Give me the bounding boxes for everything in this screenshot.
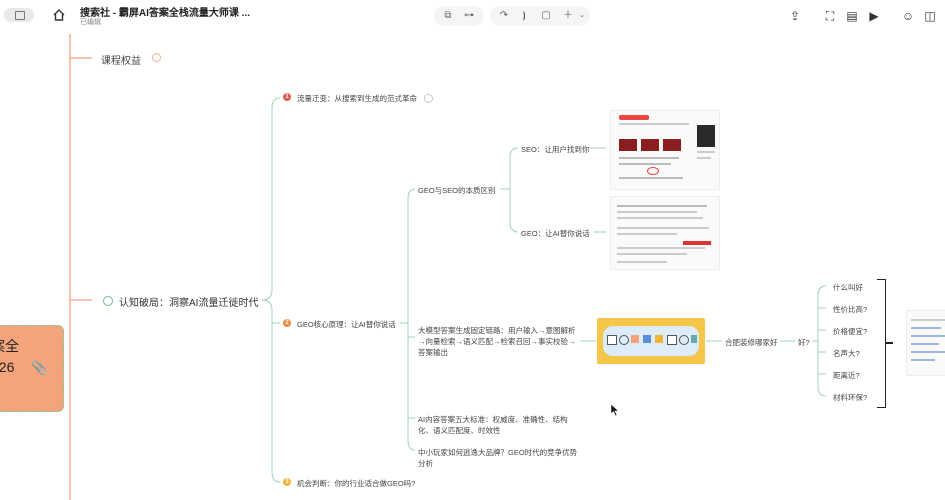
chain-line-1: 大模型答案生成固定链路：用户输入→意图解析 (418, 326, 576, 335)
small-players-line-2: 分析 (418, 459, 433, 468)
node-geo-vs-seo[interactable]: GEO与SEO的本质区别 (418, 185, 496, 196)
five-standards-line-1: AI内容答案五大标准：权威度、准确性、结构 (418, 415, 568, 424)
node-course-benefits[interactable]: 课程权益 (101, 52, 141, 67)
node-criterion-4[interactable]: 名声大? (833, 348, 860, 359)
node-good[interactable]: 好? (798, 337, 810, 348)
number-badge-1: 1 (283, 93, 291, 101)
node-query[interactable]: 合肥装修哪家好 (725, 337, 778, 348)
node-traffic-shift[interactable]: 流量迁变：从搜索到生成的范式革命 (297, 93, 417, 104)
chain-line-2: →向量检索→语义匹配→检索召回→事实校验→ (418, 337, 576, 346)
answer-chain-illustration[interactable] (597, 318, 705, 364)
summary-bracket (877, 279, 886, 408)
node-geo-principle[interactable]: GEO核心原理：让AI替你说话 (297, 319, 396, 330)
node-criterion-5[interactable]: 距离近? (833, 370, 860, 381)
node-criterion-6[interactable]: 材料环保? (833, 392, 867, 403)
geo-ai-answer-screenshot[interactable] (610, 196, 720, 270)
chain-line-3: 答案输出 (418, 348, 448, 357)
node-answer-chain[interactable]: 大模型答案生成固定链路：用户输入→意图解析 →向量检索→语义匹配→检索召回→事实… (418, 325, 576, 358)
cursor-icon (610, 403, 620, 417)
expand-toggle-icon[interactable] (152, 53, 161, 62)
summary-bracket-tick (885, 342, 893, 344)
node-criterion-2[interactable]: 性价比高? (833, 304, 867, 315)
node-small-players[interactable]: 中小玩家如何逃逸大品牌？GEO时代的竞争优势 分析 (418, 447, 577, 469)
number-badge-3: 3 (283, 478, 291, 486)
node-criterion-1[interactable]: 什么叫好 (833, 282, 863, 293)
node-opportunity[interactable]: 机会判断：你的行业适合做GEO吗? (297, 478, 415, 489)
root-node[interactable]: 案全 026 📎 (0, 325, 64, 412)
node-criterion-3[interactable]: 价格便宜? (833, 326, 867, 337)
root-node-title: 案全 (0, 338, 19, 354)
five-standards-line-2: 化、语义匹配度、时效性 (418, 426, 501, 435)
small-players-line-1: 中小玩家如何逃逸大品牌？GEO时代的竞争优势 (418, 448, 578, 457)
node-geo[interactable]: GEO：让AI替你说话 (521, 228, 590, 239)
root-node-subtitle: 026 (0, 359, 15, 375)
number-badge-2: 2 (283, 319, 291, 327)
play-icon[interactable] (103, 296, 113, 306)
node-cognition[interactable]: 认知破局：洞察AI流量迁徙时代 (119, 294, 258, 309)
node-seo[interactable]: SEO：让用户找到你 (521, 144, 589, 155)
node-five-standards[interactable]: AI内容答案五大标准：权威度、准确性、结构 化、语义匹配度、时效性 (418, 414, 568, 436)
summary-screenshot[interactable] (906, 310, 945, 376)
seo-search-screenshot[interactable] (610, 110, 720, 190)
expand-toggle-icon[interactable] (424, 94, 433, 103)
attachment-icon[interactable]: 📎 (31, 360, 47, 376)
